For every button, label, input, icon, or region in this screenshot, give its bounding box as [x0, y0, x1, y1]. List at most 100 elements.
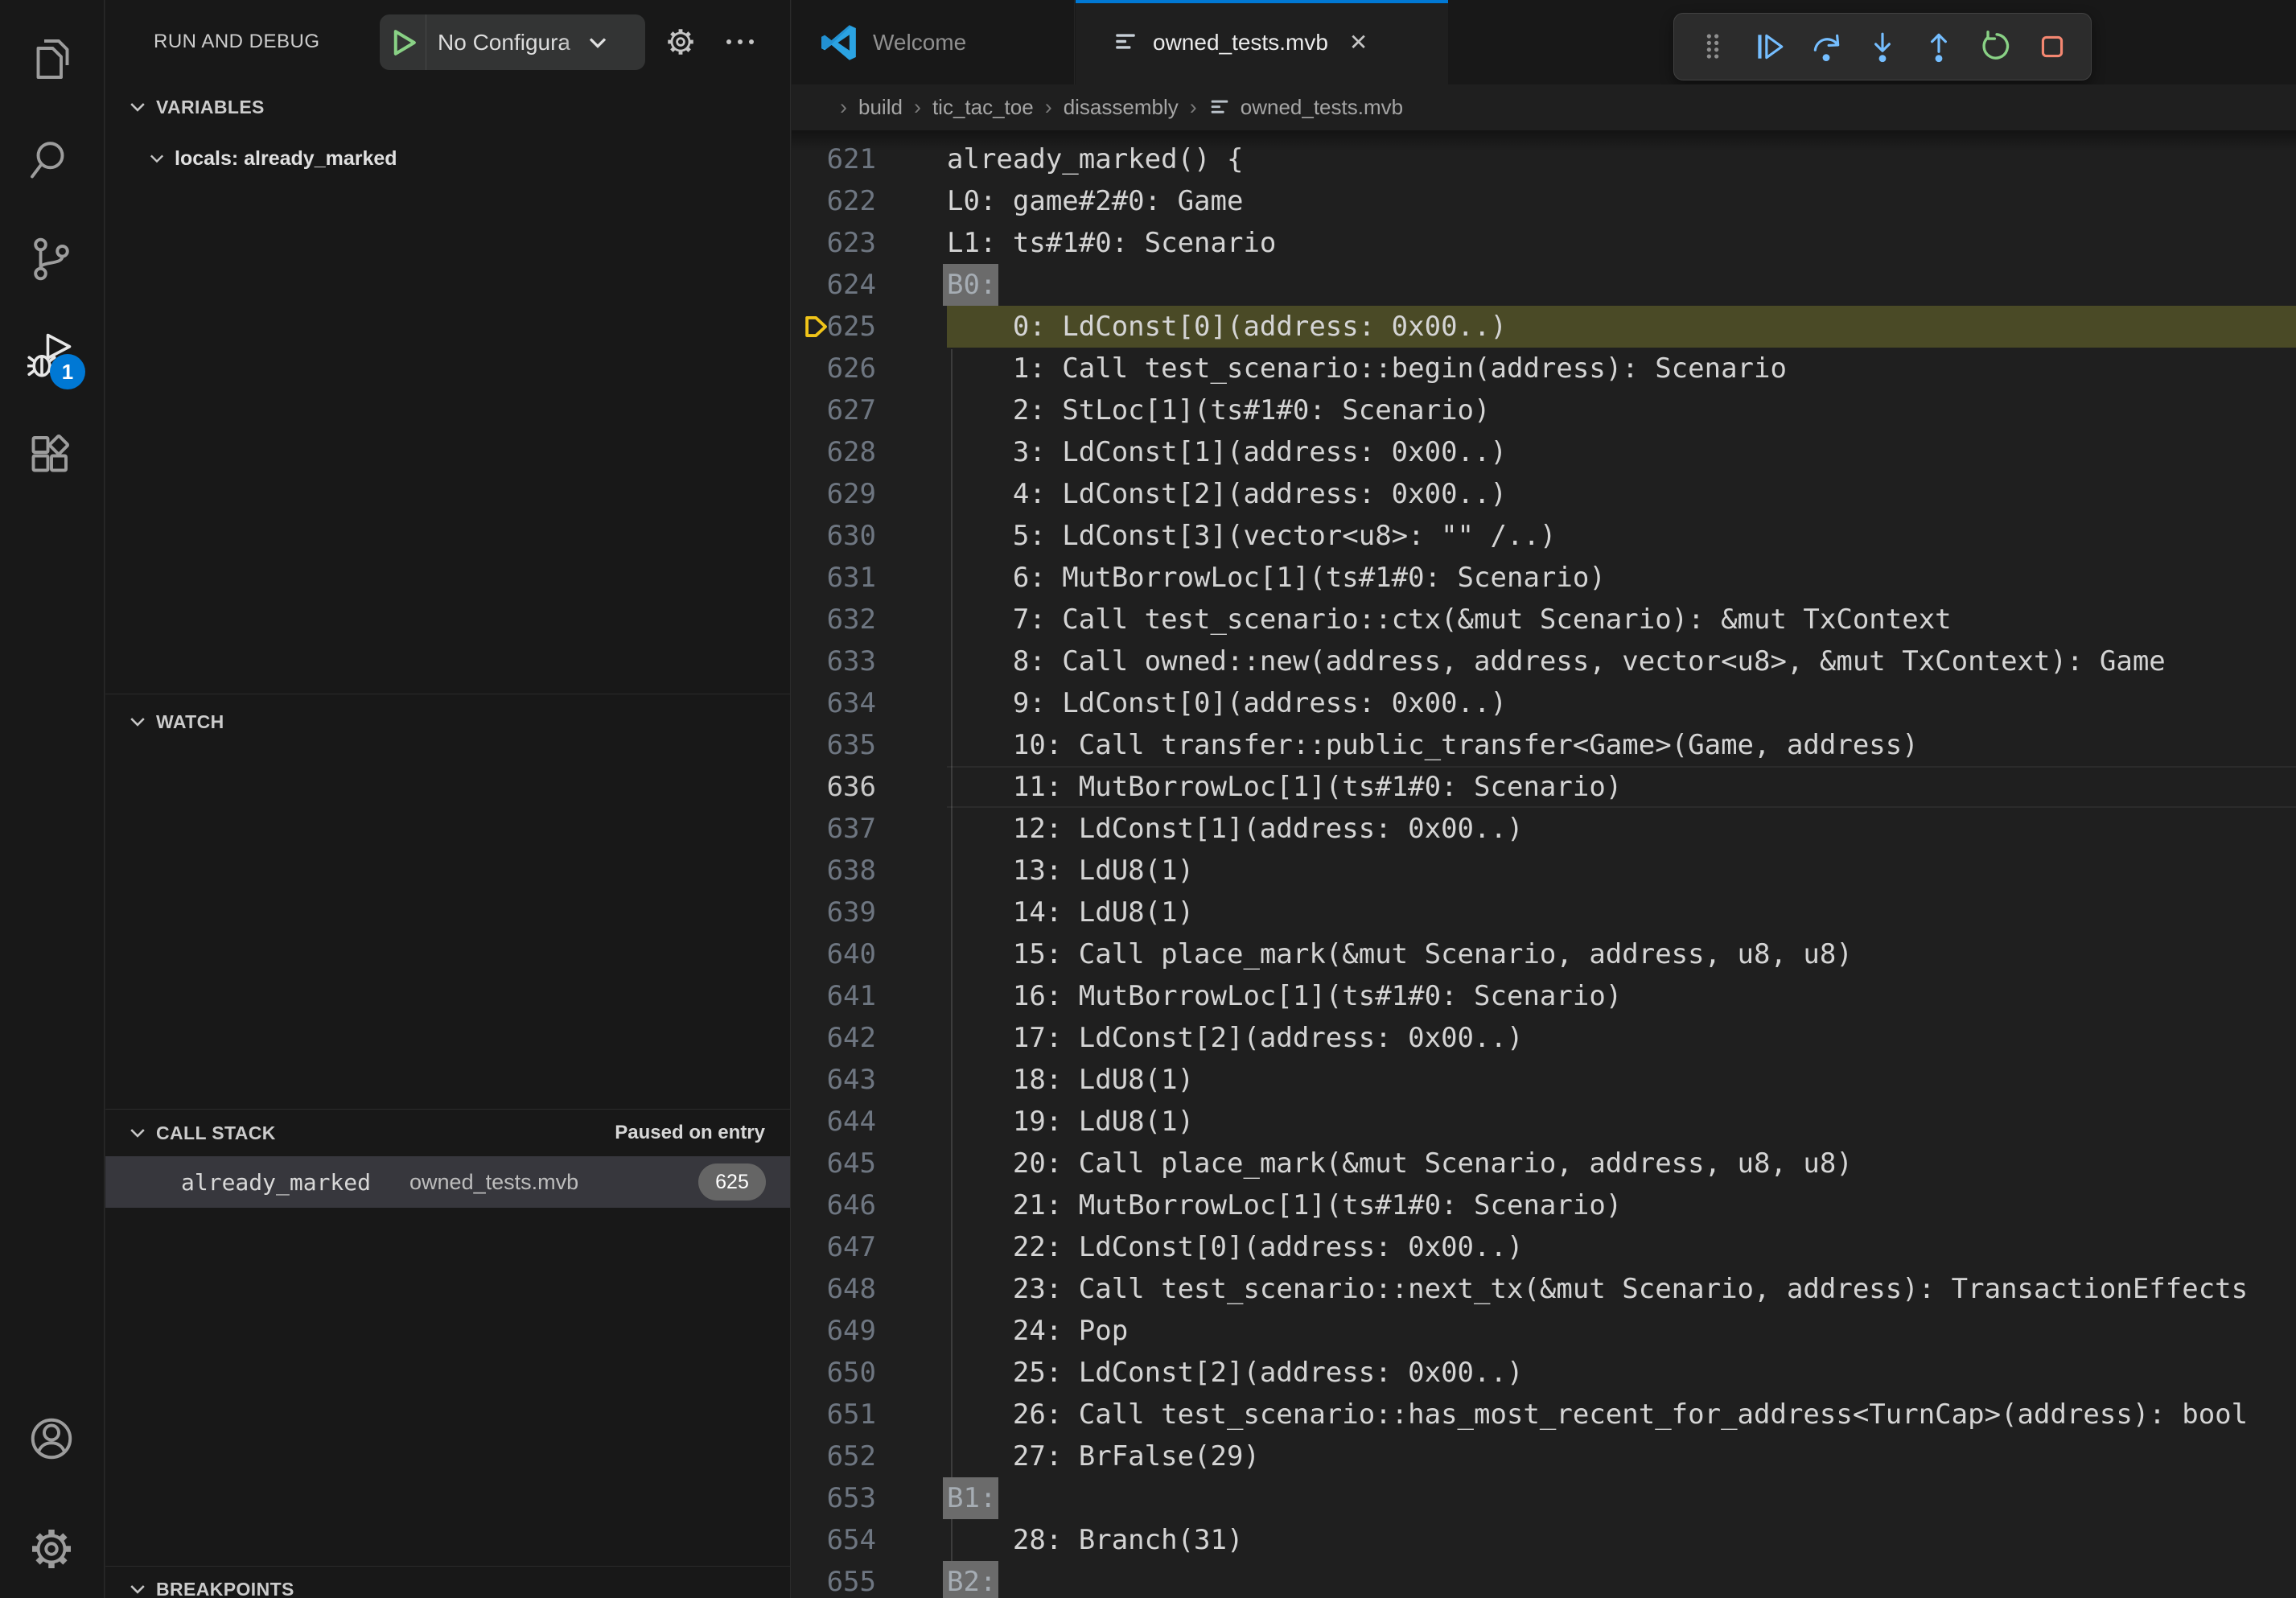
debug-config-dropdown[interactable]: No Configura — [380, 14, 645, 70]
variables-section-header[interactable]: VARIABLES — [127, 89, 265, 126]
line-number-gutter[interactable]: 655 — [792, 1561, 947, 1598]
line-number-gutter[interactable]: 624 — [792, 264, 947, 306]
code-line[interactable]: 651 26: Call test_scenario::has_most_rec… — [792, 1394, 2296, 1435]
code-line-content[interactable]: 10: Call transfer::public_transfer<Game>… — [947, 724, 2296, 766]
call-stack-section-header[interactable]: CALL STACK — [127, 1114, 276, 1152]
start-debug-button[interactable] — [380, 14, 426, 70]
line-number-gutter[interactable]: 638 — [792, 850, 947, 892]
code-line[interactable]: 631 6: MutBorrowLoc[1](ts#1#0: Scenario) — [792, 557, 2296, 599]
code-line-content[interactable]: L1: ts#1#0: Scenario — [947, 222, 2296, 264]
code-line[interactable]: 647 22: LdConst[0](address: 0x00..) — [792, 1226, 2296, 1268]
code-line-content[interactable]: already_marked() { — [947, 138, 2296, 180]
line-number-gutter[interactable]: 632 — [792, 599, 947, 640]
continue-button[interactable] — [1748, 24, 1790, 69]
line-number-gutter[interactable]: 622 — [792, 180, 947, 222]
step-over-button[interactable] — [1805, 24, 1847, 69]
code-line[interactable]: 643 18: LdU8(1) — [792, 1059, 2296, 1101]
settings-gear-icon[interactable] — [27, 1525, 76, 1573]
code-line[interactable]: 628 3: LdConst[1](address: 0x00..) — [792, 431, 2296, 473]
step-into-button[interactable] — [1862, 24, 1903, 69]
code-line-content[interactable]: 23: Call test_scenario::next_tx(&mut Sce… — [947, 1268, 2296, 1310]
code-line[interactable]: 641 16: MutBorrowLoc[1](ts#1#0: Scenario… — [792, 975, 2296, 1017]
line-number-gutter[interactable]: 625 — [792, 306, 947, 348]
line-number-gutter[interactable]: 623 — [792, 222, 947, 264]
breadcrumb-item[interactable]: › disassembly — [1034, 95, 1179, 120]
line-number-gutter[interactable]: 630 — [792, 515, 947, 557]
line-number-gutter[interactable]: 654 — [792, 1519, 947, 1561]
more-actions-icon[interactable] — [722, 24, 758, 60]
line-number-gutter[interactable]: 644 — [792, 1101, 947, 1143]
code-line[interactable]: 645 20: Call place_mark(&mut Scenario, a… — [792, 1143, 2296, 1184]
code-line-content[interactable]: 18: LdU8(1) — [947, 1059, 2296, 1101]
line-number-gutter[interactable]: 641 — [792, 975, 947, 1017]
code-line-content[interactable]: 7: Call test_scenario::ctx(&mut Scenario… — [947, 599, 2296, 640]
code-line[interactable]: 630 5: LdConst[3](vector<u8>: "" /..) — [792, 515, 2296, 557]
code-line-content[interactable]: 28: Branch(31) — [947, 1519, 2296, 1561]
code-line[interactable]: 629 4: LdConst[2](address: 0x00..) — [792, 473, 2296, 515]
line-number-gutter[interactable]: 648 — [792, 1268, 947, 1310]
line-number-gutter[interactable]: 647 — [792, 1226, 947, 1268]
code-line-content[interactable]: B2: — [947, 1561, 2296, 1598]
extensions-icon[interactable] — [27, 430, 76, 479]
code-line[interactable]: 633 8: Call owned::new(address, address,… — [792, 640, 2296, 682]
line-number-gutter[interactable]: 653 — [792, 1477, 947, 1519]
line-number-gutter[interactable]: 651 — [792, 1394, 947, 1435]
code-line-content[interactable]: 6: MutBorrowLoc[1](ts#1#0: Scenario) — [947, 557, 2296, 599]
code-line-content[interactable]: 22: LdConst[0](address: 0x00..) — [947, 1226, 2296, 1268]
code-line[interactable]: 637 12: LdConst[1](address: 0x00..) — [792, 808, 2296, 850]
code-line-content[interactable]: 4: LdConst[2](address: 0x00..) — [947, 473, 2296, 515]
code-line[interactable]: 627 2: StLoc[1](ts#1#0: Scenario) — [792, 389, 2296, 431]
line-number-gutter[interactable]: 637 — [792, 808, 947, 850]
code-line-content[interactable]: 19: LdU8(1) — [947, 1101, 2296, 1143]
code-line[interactable]: 648 23: Call test_scenario::next_tx(&mut… — [792, 1268, 2296, 1310]
code-line-content[interactable]: 17: LdConst[2](address: 0x00..) — [947, 1017, 2296, 1059]
code-line[interactable]: 622 L0: game#2#0: Game — [792, 180, 2296, 222]
code-line-content[interactable]: 20: Call place_mark(&mut Scenario, addre… — [947, 1143, 2296, 1184]
breadcrumb-item[interactable]: › tic_tac_toe — [903, 95, 1034, 120]
code-line-content[interactable]: 3: LdConst[1](address: 0x00..) — [947, 431, 2296, 473]
code-editor[interactable]: 621 already_marked() { 622 L0: game#2#0:… — [792, 130, 2296, 1598]
code-line[interactable]: 639 14: LdU8(1) — [792, 892, 2296, 933]
source-control-icon[interactable] — [27, 235, 76, 283]
line-number-gutter[interactable]: 635 — [792, 724, 947, 766]
stop-button[interactable] — [2031, 24, 2073, 69]
call-stack-frame-row[interactable]: already_marked owned_tests.mvb 625 — [105, 1156, 790, 1208]
step-out-button[interactable] — [1918, 24, 1960, 69]
tab-welcome[interactable]: Welcome — [792, 0, 1075, 84]
code-line-content[interactable]: L0: game#2#0: Game — [947, 180, 2296, 222]
code-line-content[interactable]: 27: BrFalse(29) — [947, 1435, 2296, 1477]
code-line[interactable]: 623 L1: ts#1#0: Scenario — [792, 222, 2296, 264]
code-line[interactable]: 652 27: BrFalse(29) — [792, 1435, 2296, 1477]
line-number-gutter[interactable]: 652 — [792, 1435, 947, 1477]
code-line[interactable]: 621 already_marked() { — [792, 138, 2296, 180]
code-line[interactable]: 654 28: Branch(31) — [792, 1519, 2296, 1561]
code-line[interactable]: 624 B0: — [792, 264, 2296, 306]
breadcrumb-item[interactable]: › owned_tests.mvb — [1179, 95, 1403, 120]
line-number-gutter[interactable]: 639 — [792, 892, 947, 933]
code-line[interactable]: 653 B1: — [792, 1477, 2296, 1519]
line-number-gutter[interactable]: 627 — [792, 389, 947, 431]
line-number-gutter[interactable]: 636 — [792, 766, 947, 808]
code-line[interactable]: 646 21: MutBorrowLoc[1](ts#1#0: Scenario… — [792, 1184, 2296, 1226]
breakpoints-section-header[interactable]: BREAKPOINTS — [127, 1571, 294, 1598]
code-line-content[interactable]: 25: LdConst[2](address: 0x00..) — [947, 1352, 2296, 1394]
code-line-content[interactable]: 13: LdU8(1) — [947, 850, 2296, 892]
code-line[interactable]: 636 11: MutBorrowLoc[1](ts#1#0: Scenario… — [792, 766, 2296, 808]
line-number-gutter[interactable]: 628 — [792, 431, 947, 473]
line-number-gutter[interactable]: 646 — [792, 1184, 947, 1226]
code-line-content[interactable]: 14: LdU8(1) — [947, 892, 2296, 933]
code-line-content[interactable]: B1: — [947, 1477, 2296, 1519]
code-line-content[interactable]: 5: LdConst[3](vector<u8>: "" /..) — [947, 515, 2296, 557]
debug-settings-gear-icon[interactable] — [663, 24, 698, 60]
line-number-gutter[interactable]: 629 — [792, 473, 947, 515]
code-line[interactable]: 642 17: LdConst[2](address: 0x00..) — [792, 1017, 2296, 1059]
config-dropdown-label[interactable]: No Configura — [438, 30, 584, 56]
code-line[interactable]: 632 7: Call test_scenario::ctx(&mut Scen… — [792, 599, 2296, 640]
code-line-content[interactable]: 21: MutBorrowLoc[1](ts#1#0: Scenario) — [947, 1184, 2296, 1226]
account-icon[interactable] — [27, 1415, 76, 1463]
code-line-content[interactable]: 16: MutBorrowLoc[1](ts#1#0: Scenario) — [947, 975, 2296, 1017]
code-line[interactable]: 650 25: LdConst[2](address: 0x00..) — [792, 1352, 2296, 1394]
code-line-content[interactable]: 12: LdConst[1](address: 0x00..) — [947, 808, 2296, 850]
restart-button[interactable] — [1975, 24, 2017, 69]
tab-owned-tests[interactable]: owned_tests.mvb ✕ — [1076, 0, 1448, 84]
